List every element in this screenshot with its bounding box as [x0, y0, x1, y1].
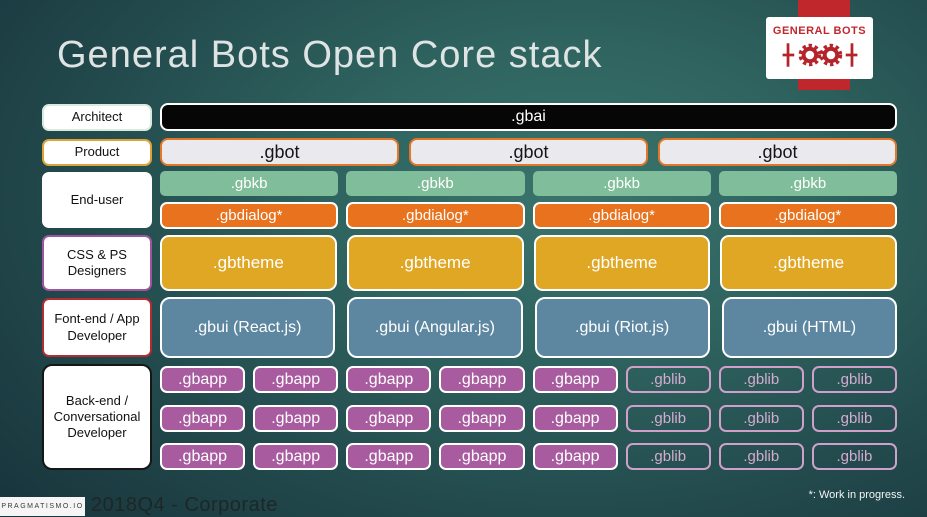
- gblib-box: .gblib: [625, 366, 711, 393]
- role-label-end-user: End-user: [42, 172, 152, 228]
- row-gbot: .gbot .gbot .gbot: [160, 138, 897, 166]
- gbkb-box: .gbkb: [160, 171, 339, 196]
- slide-canvas: General Bots Open Core stack GENERAL BOT…: [0, 0, 927, 517]
- role-label-backend: Back-end / Conversational Developer: [42, 364, 152, 470]
- gbdialog-box: .gbdialog*: [718, 202, 897, 229]
- row-gbai: .gbai: [160, 103, 897, 131]
- gblib-box: .gblib: [811, 443, 897, 470]
- gbapp-box: .gbapp: [532, 366, 618, 393]
- row-gbtheme: .gbtheme .gbtheme .gbtheme .gbtheme: [160, 235, 897, 291]
- role-label-architect: Architect: [42, 104, 152, 131]
- gbai-box: .gbai: [160, 103, 897, 131]
- row-backend-2: .gbapp .gbapp .gbapp .gbapp .gbapp .gbli…: [160, 405, 897, 432]
- gbapp-box: .gbapp: [439, 405, 525, 432]
- gbtheme-box: .gbtheme: [160, 235, 337, 291]
- gbot-box: .gbot: [658, 138, 897, 166]
- row-gbkb: .gbkb .gbkb .gbkb .gbkb: [160, 171, 897, 196]
- row-gbui: .gbui (React.js) .gbui (Angular.js) .gbu…: [160, 297, 897, 358]
- gbapp-box: .gbapp: [160, 405, 246, 432]
- gbkb-box: .gbkb: [718, 171, 897, 196]
- gblib-box: .gblib: [811, 366, 897, 393]
- gbdialog-box: .gbdialog*: [346, 202, 525, 229]
- gbapp-box: .gbapp: [346, 405, 432, 432]
- edition-label: 2018Q4 - Corporate: [91, 494, 278, 516]
- gbui-html-box: .gbui (HTML): [721, 297, 897, 358]
- gbot-box: .gbot: [160, 138, 399, 166]
- row-backend-1: .gbapp .gbapp .gbapp .gbapp .gbapp .gbli…: [160, 366, 897, 393]
- gbkb-box: .gbkb: [532, 171, 711, 196]
- role-label-frontend: Font-end / App Developer: [42, 298, 152, 357]
- gbtheme-box: .gbtheme: [533, 235, 711, 291]
- gbapp-box: .gbapp: [253, 405, 339, 432]
- role-label-designers: CSS & PS Designers: [42, 235, 152, 291]
- gbapp-box: .gbapp: [253, 366, 339, 393]
- work-in-progress-note: *: Work in progress.: [808, 489, 905, 501]
- row-gbdialog: .gbdialog* .gbdialog* .gbdialog* .gbdial…: [160, 202, 897, 229]
- gblib-box: .gblib: [625, 405, 711, 432]
- gbkb-box: .gbkb: [346, 171, 525, 196]
- gblib-box: .gblib: [718, 366, 804, 393]
- gbtheme-box: .gbtheme: [346, 235, 524, 291]
- role-label-product: Product: [42, 139, 152, 166]
- logo-brand-text: GENERAL BOTS: [772, 24, 867, 37]
- gbui-react-box: .gbui (React.js): [160, 297, 336, 358]
- vendor-badge: PRAGMATISMO.IO: [0, 497, 85, 516]
- gblib-box: .gblib: [718, 405, 804, 432]
- gbapp-box: .gbapp: [160, 366, 246, 393]
- page-title: General Bots Open Core stack: [57, 34, 603, 76]
- gbtheme-box: .gbtheme: [720, 235, 897, 291]
- gears-icon: [782, 42, 857, 67]
- gbapp-box: .gbapp: [253, 443, 339, 470]
- gbapp-box: .gbapp: [439, 443, 525, 470]
- row-backend-3: .gbapp .gbapp .gbapp .gbapp .gbapp .gbli…: [160, 443, 897, 470]
- gbot-box: .gbot: [409, 138, 648, 166]
- gbapp-box: .gbapp: [532, 405, 618, 432]
- gbui-angular-box: .gbui (Angular.js): [347, 297, 523, 358]
- gbapp-box: .gbapp: [346, 443, 432, 470]
- logo: GENERAL BOTS: [766, 17, 873, 79]
- gbdialog-box: .gbdialog*: [160, 202, 339, 229]
- gblib-box: .gblib: [625, 443, 711, 470]
- gbdialog-box: .gbdialog*: [532, 202, 711, 229]
- gbui-riot-box: .gbui (Riot.js): [534, 297, 710, 358]
- gbapp-box: .gbapp: [439, 366, 525, 393]
- gbapp-box: .gbapp: [160, 443, 246, 470]
- gblib-box: .gblib: [811, 405, 897, 432]
- gbapp-box: .gbapp: [346, 366, 432, 393]
- gbapp-box: .gbapp: [532, 443, 618, 470]
- gblib-box: .gblib: [718, 443, 804, 470]
